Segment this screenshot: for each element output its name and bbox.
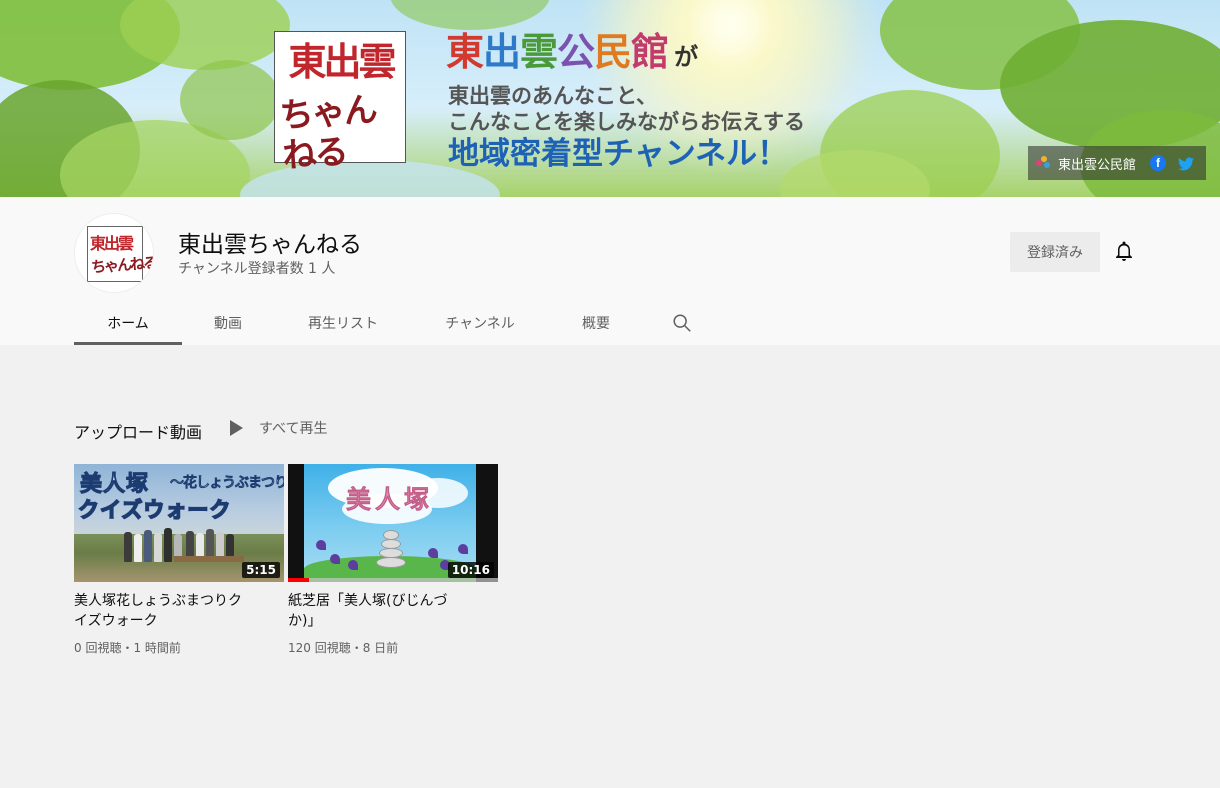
- banner-social-links: 東出雲公民館 f: [1028, 146, 1206, 180]
- avatar[interactable]: 東出雲 ちゃんねる: [74, 213, 154, 293]
- search-icon[interactable]: [662, 300, 702, 345]
- avatar-logo-line1: 東出雲: [90, 234, 134, 253]
- thumbnail-text-3: クイズウォーク: [77, 497, 232, 523]
- channel-name: 東出雲ちゃんねる: [178, 232, 362, 258]
- video-duration: 10:16: [447, 562, 494, 578]
- link-icon[interactable]: [1036, 156, 1050, 170]
- watch-progress-bar: [288, 578, 498, 582]
- video-card[interactable]: 美人塚 10:16 紙芝居「美人塚(びじんづか)」 120 回視聴・8 日前: [288, 464, 498, 656]
- video-title[interactable]: 紙芝居「美人塚(びじんづか)」: [288, 591, 468, 631]
- play-icon: [230, 420, 243, 436]
- thumbnail-title-text: 美人塚: [346, 485, 434, 515]
- banner-tagline: 地域密着型チャンネル！: [448, 136, 789, 172]
- video-thumbnail[interactable]: 美人塚 10:16: [288, 464, 498, 582]
- channel-tabs: ホーム 動画 再生リスト チャンネル 概要: [74, 300, 702, 345]
- video-thumbnail[interactable]: 美人塚 ～花しょうぶまつり クイズウォーク 5:15: [74, 464, 284, 582]
- twitter-icon[interactable]: [1178, 156, 1195, 171]
- video-meta: 0 回視聴・1 時間前: [74, 641, 181, 655]
- avatar-logo-line2: ちゃんねる: [90, 253, 154, 277]
- facebook-icon[interactable]: f: [1150, 155, 1167, 171]
- banner-title: 東出雲公民館が: [446, 30, 698, 74]
- subscriber-count: チャンネル登録者数 1 人: [178, 261, 336, 277]
- watch-progress-fill: [288, 578, 309, 582]
- tab-about[interactable]: 概要: [548, 300, 644, 345]
- banner-logo-line2: ちゃんねる: [278, 89, 377, 177]
- shelf-title: アップロード動画: [74, 423, 203, 442]
- video-title[interactable]: 美人塚花しょうぶまつりクイズウォーク: [74, 591, 254, 631]
- tab-playlists[interactable]: 再生リスト: [274, 300, 412, 345]
- social-link-label[interactable]: 東出雲公民館: [1058, 154, 1136, 173]
- subscribed-button[interactable]: 登録済み: [1010, 232, 1100, 272]
- thumbnail-text-2: ～花しょうぶまつり: [170, 475, 284, 492]
- video-meta: 120 回視聴・8 日前: [288, 641, 399, 655]
- banner-logo: 東出雲 ちゃんねる: [274, 31, 406, 176]
- channel-header: 東出雲 ちゃんねる 東出雲ちゃんねる チャンネル登録者数 1 人 登録済み ホー…: [0, 197, 1220, 345]
- tab-home[interactable]: ホーム: [74, 300, 182, 345]
- banner-logo-line1: 東出雲: [288, 39, 396, 84]
- bell-icon[interactable]: [1112, 239, 1136, 263]
- video-card[interactable]: 美人塚 ～花しょうぶまつり クイズウォーク 5:15 美人塚花しょうぶまつりクイ…: [74, 464, 284, 656]
- play-all-button[interactable]: すべて再生: [230, 418, 327, 438]
- tab-videos[interactable]: 動画: [182, 300, 274, 345]
- tab-channels[interactable]: チャンネル: [412, 300, 548, 345]
- video-duration: 5:15: [242, 562, 280, 578]
- channel-banner: 東出雲 ちゃんねる 東出雲公民館が 東出雲のあんなこと、 こんなことを楽しみなが…: [0, 0, 1220, 197]
- play-all-label: すべて再生: [259, 421, 328, 437]
